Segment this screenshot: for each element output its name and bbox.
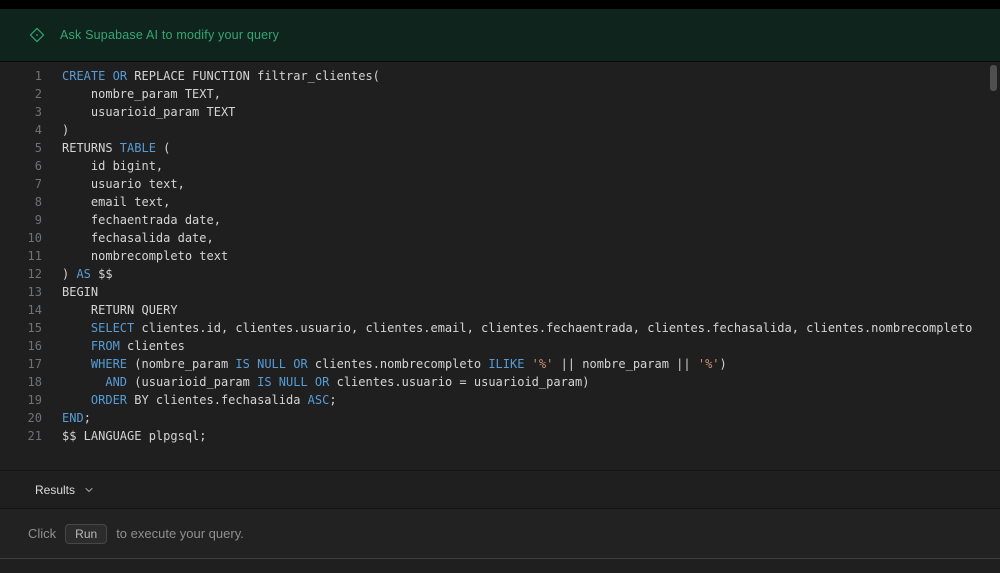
code-text: RETURN QUERY <box>42 301 178 319</box>
code-line[interactable]: 16 FROM clientes <box>0 337 1000 355</box>
code-text: fechaentrada date, <box>42 211 221 229</box>
code-lines: 1CREATE OR REPLACE FUNCTION filtrar_clie… <box>0 67 1000 445</box>
line-number: 3 <box>0 103 42 121</box>
code-text: CREATE OR REPLACE FUNCTION filtrar_clien… <box>42 67 380 85</box>
code-text: email text, <box>42 193 170 211</box>
code-text: ) AS $$ <box>42 265 113 283</box>
code-text: FROM clientes <box>42 337 185 355</box>
code-line[interactable]: 11 nombrecompleto text <box>0 247 1000 265</box>
line-number: 9 <box>0 211 42 229</box>
scrollbar-thumb[interactable] <box>990 65 997 91</box>
line-number: 2 <box>0 85 42 103</box>
chevron-down-icon <box>83 484 95 496</box>
code-line[interactable]: 5RETURNS TABLE ( <box>0 139 1000 157</box>
supabase-ai-icon <box>28 26 46 44</box>
code-text: SELECT clientes.id, clientes.usuario, cl… <box>42 319 972 337</box>
line-number: 15 <box>0 319 42 337</box>
code-text: ORDER BY clientes.fechasalida ASC; <box>42 391 337 409</box>
ai-banner-label: Ask Supabase AI to modify your query <box>60 28 279 42</box>
sql-editor[interactable]: 1CREATE OR REPLACE FUNCTION filtrar_clie… <box>0 62 1000 470</box>
code-line[interactable]: 10 fechasalida date, <box>0 229 1000 247</box>
code-text: WHERE (nombre_param IS NULL OR clientes.… <box>42 355 727 373</box>
code-line[interactable]: 20END; <box>0 409 1000 427</box>
line-number: 16 <box>0 337 42 355</box>
code-line[interactable]: 13BEGIN <box>0 283 1000 301</box>
results-toggle[interactable]: Results <box>0 470 1000 508</box>
line-number: 5 <box>0 139 42 157</box>
code-text: fechasalida date, <box>42 229 214 247</box>
code-line[interactable]: 17 WHERE (nombre_param IS NULL OR client… <box>0 355 1000 373</box>
line-number: 7 <box>0 175 42 193</box>
line-number: 11 <box>0 247 42 265</box>
ai-assistant-banner[interactable]: Ask Supabase AI to modify your query <box>0 9 1000 62</box>
results-label: Results <box>35 483 75 497</box>
line-number: 21 <box>0 427 42 445</box>
code-text: id bigint, <box>42 157 163 175</box>
line-number: 13 <box>0 283 42 301</box>
hint-suffix: to execute your query. <box>116 526 244 541</box>
code-text: ) <box>42 121 69 139</box>
code-text: $$ LANGUAGE plpgsql; <box>42 427 207 445</box>
code-text: nombrecompleto text <box>42 247 228 265</box>
code-line[interactable]: 8 email text, <box>0 193 1000 211</box>
code-line[interactable]: 9 fechaentrada date, <box>0 211 1000 229</box>
line-number: 14 <box>0 301 42 319</box>
footer-hint: Click Run to execute your query. <box>0 508 1000 558</box>
code-text: usuario text, <box>42 175 185 193</box>
code-line[interactable]: 19 ORDER BY clientes.fechasalida ASC; <box>0 391 1000 409</box>
code-text: usuarioid_param TEXT <box>42 103 235 121</box>
code-line[interactable]: 21$$ LANGUAGE plpgsql; <box>0 427 1000 445</box>
code-line[interactable]: 15 SELECT clientes.id, clientes.usuario,… <box>0 319 1000 337</box>
code-line[interactable]: 3 usuarioid_param TEXT <box>0 103 1000 121</box>
bottom-panel-edge <box>0 558 1000 573</box>
line-number: 20 <box>0 409 42 427</box>
hint-prefix: Click <box>28 526 56 541</box>
code-line[interactable]: 14 RETURN QUERY <box>0 301 1000 319</box>
line-number: 8 <box>0 193 42 211</box>
top-black-strip <box>0 0 1000 9</box>
line-number: 4 <box>0 121 42 139</box>
code-text: nombre_param TEXT, <box>42 85 221 103</box>
code-text: END; <box>42 409 91 427</box>
line-number: 19 <box>0 391 42 409</box>
code-line[interactable]: 7 usuario text, <box>0 175 1000 193</box>
code-line[interactable]: 12) AS $$ <box>0 265 1000 283</box>
code-text: AND (usuarioid_param IS NULL OR clientes… <box>42 373 589 391</box>
run-key-hint: Run <box>65 524 107 544</box>
code-text: RETURNS TABLE ( <box>42 139 170 157</box>
code-line[interactable]: 6 id bigint, <box>0 157 1000 175</box>
line-number: 10 <box>0 229 42 247</box>
code-line[interactable]: 2 nombre_param TEXT, <box>0 85 1000 103</box>
line-number: 6 <box>0 157 42 175</box>
line-number: 18 <box>0 373 42 391</box>
code-line[interactable]: 4) <box>0 121 1000 139</box>
line-number: 1 <box>0 67 42 85</box>
code-text: BEGIN <box>42 283 98 301</box>
line-number: 17 <box>0 355 42 373</box>
line-number: 12 <box>0 265 42 283</box>
code-line[interactable]: 1CREATE OR REPLACE FUNCTION filtrar_clie… <box>0 67 1000 85</box>
code-line[interactable]: 18 AND (usuarioid_param IS NULL OR clien… <box>0 373 1000 391</box>
